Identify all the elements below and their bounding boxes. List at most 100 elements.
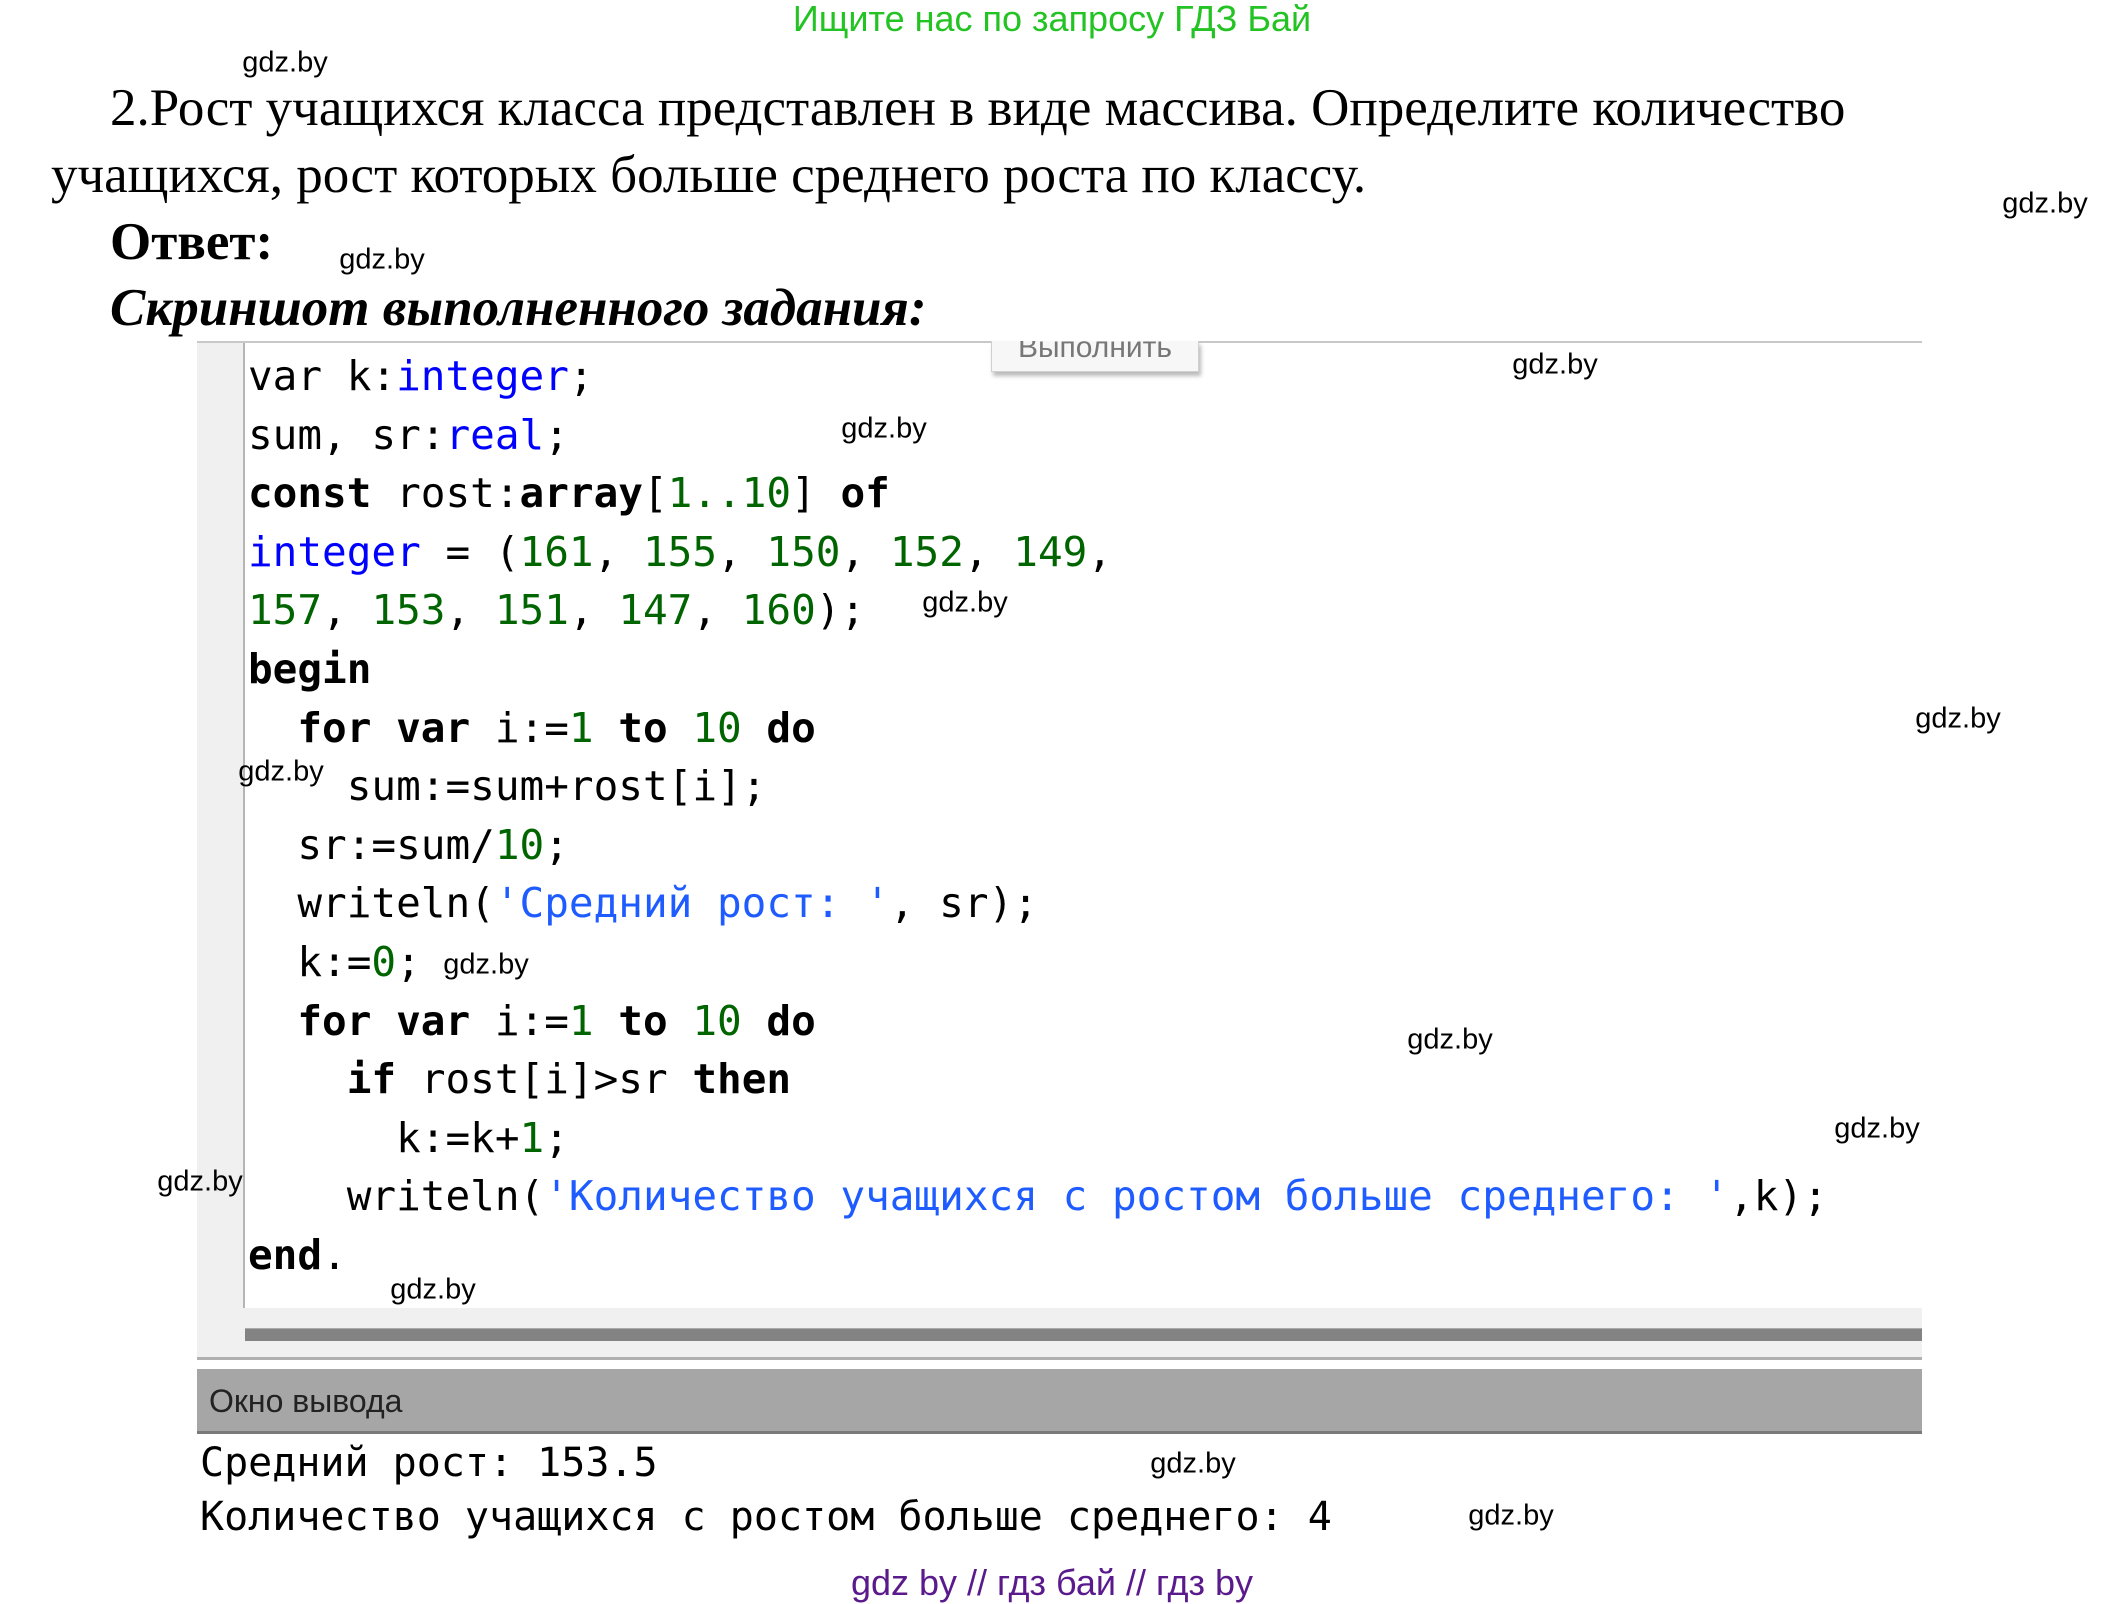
code-token-id: , sr); <box>889 879 1038 928</box>
code-area[interactable]: var k:integer; sum, sr:real; const rost:ar… <box>248 347 1828 1285</box>
watermark: gdz.by <box>242 46 328 79</box>
code-token-id: ; <box>544 410 569 459</box>
code-line: const rost:array[1..10] of <box>248 464 1828 523</box>
task-text-line-1: 2.Рост учащихся класса представлен в вид… <box>110 79 1846 137</box>
code-token-num: 149 <box>1013 527 1088 576</box>
code-token-id: rost[i]>sr <box>420 1055 693 1104</box>
code-token-id: ; <box>544 1113 569 1162</box>
code-token-id: k:= <box>248 937 372 986</box>
code-token-id: , <box>717 527 767 576</box>
code-token-num: 152 <box>889 527 964 576</box>
code-token-num: 10 <box>692 996 742 1045</box>
code-token-id: writeln( <box>248 879 495 928</box>
code-token-num: 151 <box>494 586 569 635</box>
watermark: gdz.by <box>390 1273 476 1306</box>
code-token-id: ] <box>791 469 841 518</box>
code-token-kw: for var <box>297 703 495 752</box>
code-token-id: writeln( <box>248 1172 545 1221</box>
watermark: gdz.by <box>1915 702 2001 735</box>
code-token-id: rost: <box>396 469 520 518</box>
code-line: integer = (161, 155, 150, 152, 149, <box>248 523 1828 582</box>
code-editor[interactable]: var k:integer; sum, sr:real; const rost:ar… <box>197 341 1922 1310</box>
code-token-id: i:= <box>494 703 569 752</box>
code-token-num: 150 <box>766 527 841 576</box>
code-line: writeln('Количество учащихся с ростом бо… <box>248 1167 1828 1226</box>
code-token-id: ,k); <box>1729 1172 1828 1221</box>
run-button[interactable]: Выполнить <box>991 341 1199 372</box>
code-token-id: sum, sr: <box>248 410 446 459</box>
answer-label: Ответ: <box>110 213 274 271</box>
code-token-ty: integer <box>248 527 421 576</box>
code-token-id <box>248 1055 347 1103</box>
code-line: sum:=sum+rost[i]; <box>248 757 1828 816</box>
code-token-num: 160 <box>741 586 816 635</box>
code-line: for var i:=1 to 10 do <box>248 992 1828 1051</box>
code-token-id: , <box>445 586 495 635</box>
watermark: gdz.by <box>922 586 1008 619</box>
code-token-id: , <box>1087 527 1113 576</box>
watermark: gdz.by <box>157 1165 243 1198</box>
code-token-id: i:= <box>494 996 569 1045</box>
code-token-num: 10 <box>494 820 545 869</box>
watermark: gdz.by <box>238 755 324 788</box>
watermark: gdz.by <box>1468 1499 1554 1532</box>
code-token-id: , <box>963 527 1014 576</box>
code-line: writeln('Средний рост: ', sr); <box>248 874 1828 933</box>
code-token-ty: integer <box>396 352 569 400</box>
watermark: gdz.by <box>1407 1023 1493 1056</box>
code-token-id: k: <box>346 352 397 400</box>
code-token-id: ; <box>544 820 569 869</box>
horizontal-scrollbar[interactable] <box>197 1308 1922 1360</box>
code-token-id: ); <box>815 586 866 635</box>
code-token-id: sum:=sum+rost[i]; <box>248 762 767 811</box>
code-token-num: 157 <box>248 586 323 635</box>
watermark: gdz.by <box>841 412 927 445</box>
code-token-kw: begin <box>248 644 372 693</box>
code-token-num: 1 <box>568 703 594 752</box>
code-token-id: , <box>322 586 372 635</box>
code-line: k:=k+1; <box>248 1109 1828 1168</box>
code-token-num: 1 <box>519 1113 545 1162</box>
code-token-num: 153 <box>371 586 446 635</box>
code-token-kw: end <box>248 1230 323 1279</box>
watermark: gdz.by <box>443 948 529 981</box>
code-token-kw: for var <box>297 996 495 1045</box>
code-token-num: 1..10 <box>667 469 792 518</box>
code-token-id: sr:=sum/ <box>248 820 495 869</box>
code-token-ty: real <box>445 410 545 459</box>
output-line: Средний рост: 153.5 <box>200 1440 658 1486</box>
watermark: gdz.by <box>2002 187 2088 220</box>
code-token-str: 'Количество учащихся с ростом больше сре… <box>544 1172 1730 1221</box>
code-line: sr:=sum/10; <box>248 816 1828 875</box>
divider <box>197 1357 1922 1360</box>
code-token-id: , <box>692 586 742 635</box>
code-token-kw: to <box>593 996 693 1045</box>
footer-links: gdz by // гдз бай // гдз by <box>850 1562 1254 1603</box>
code-token-id: [ <box>642 469 668 518</box>
code-line: if rost[i]>sr then <box>248 1050 1828 1109</box>
code-token-str: 'Средний рост: ' <box>494 879 890 928</box>
code-line: sum, sr:real; <box>248 406 1828 465</box>
search-banner: Ищите нас по запросу ГДЗ Бай <box>792 0 1312 39</box>
code-token-id: var <box>248 352 347 400</box>
code-token-id: k:=k+ <box>248 1113 520 1162</box>
code-token-id <box>248 997 297 1045</box>
code-line: 157, 153, 151, 147, 160); <box>248 581 1828 640</box>
screenshot-label: Скриншот выполненного задания: <box>110 279 927 337</box>
code-line: begin <box>248 640 1828 699</box>
code-token-num: 1 <box>568 996 594 1045</box>
code-token-id: = ( <box>420 527 520 576</box>
code-token-kw: then <box>692 1055 792 1104</box>
code-token-num: 147 <box>618 586 693 635</box>
watermark: gdz.by <box>1512 348 1598 381</box>
code-token-kw: to <box>593 703 693 752</box>
code-token-kw: do <box>741 996 816 1045</box>
code-token-id <box>248 704 297 752</box>
code-token-id: . <box>322 1230 347 1279</box>
scrollbar-thumb[interactable] <box>245 1328 1922 1341</box>
code-token-num: 10 <box>692 703 742 752</box>
code-token-kw: array <box>519 469 643 518</box>
code-token-id: , <box>593 527 643 576</box>
output-line: Количество учащихся с ростом больше сред… <box>200 1494 1332 1540</box>
code-token-id: , <box>568 586 619 635</box>
